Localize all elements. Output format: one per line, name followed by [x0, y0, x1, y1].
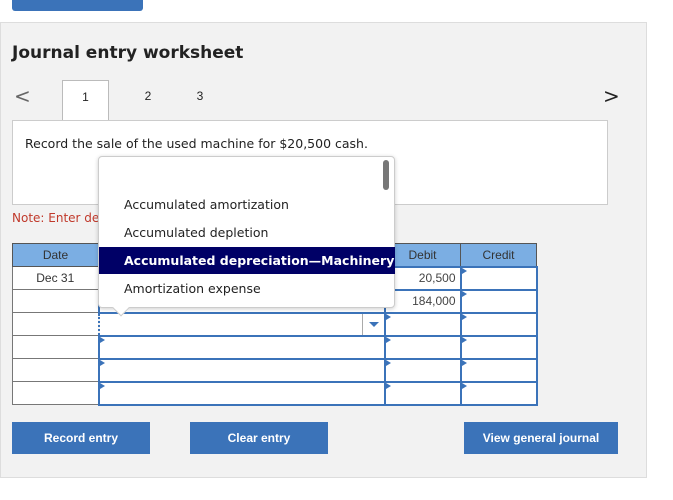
account-cell[interactable] — [97, 380, 386, 406]
date-cell[interactable] — [12, 358, 99, 382]
table-row — [12, 311, 538, 337]
date-cell[interactable] — [12, 312, 99, 336]
tab-2[interactable]: 2 — [138, 80, 158, 120]
dropdown-option[interactable]: Accumulated depletion — [99, 219, 395, 246]
debit-cell[interactable]: 20,500 — [383, 265, 462, 291]
credit-cell[interactable] — [459, 357, 538, 383]
credit-cell[interactable] — [459, 380, 538, 406]
dropdown-scrollbar[interactable] — [383, 160, 389, 190]
dropdown-option-highlighted[interactable]: Accumulated depreciation—Machinery — [99, 247, 395, 274]
credit-cell[interactable] — [459, 288, 538, 314]
prev-chevron-icon[interactable]: < — [14, 84, 31, 108]
dropdown-option[interactable]: Accumulated amortization — [99, 191, 395, 218]
date-cell[interactable] — [12, 335, 99, 359]
credit-cell[interactable] — [459, 311, 538, 337]
account-cell[interactable] — [97, 334, 386, 360]
date-cell[interactable] — [12, 381, 99, 405]
note-text: Note: Enter de — [12, 211, 100, 225]
tab-1[interactable]: 1 — [62, 80, 109, 120]
view-general-journal-button[interactable]: View general journal — [464, 422, 618, 454]
debit-cell[interactable] — [383, 380, 462, 406]
dropdown-caret-icon[interactable] — [361, 313, 384, 335]
account-select[interactable] — [97, 311, 386, 337]
table-row — [12, 357, 538, 383]
header-credit: Credit — [460, 243, 537, 267]
debit-cell[interactable] — [383, 311, 462, 337]
debit-cell[interactable] — [383, 357, 462, 383]
dropdown-option[interactable]: Amortization expense — [99, 275, 395, 302]
clear-entry-button[interactable]: Clear entry — [190, 422, 328, 454]
debit-cell[interactable] — [383, 334, 462, 360]
table-row — [12, 380, 538, 406]
account-dropdown-list: Accumulated amortization Accumulated dep… — [98, 156, 395, 317]
record-entry-button[interactable]: Record entry — [12, 422, 150, 454]
credit-cell[interactable] — [459, 265, 538, 291]
date-cell[interactable] — [12, 289, 99, 313]
date-cell[interactable]: Dec 31 — [12, 266, 99, 290]
next-chevron-icon[interactable]: > — [603, 84, 620, 108]
debit-cell[interactable]: 184,000 — [383, 288, 462, 314]
credit-cell[interactable] — [459, 334, 538, 360]
tab-3[interactable]: 3 — [190, 80, 210, 120]
header-date: Date — [12, 243, 99, 267]
header-debit: Debit — [384, 243, 461, 267]
top-tab-bar[interactable] — [12, 0, 143, 11]
instruction-text: Record the sale of the used machine for … — [25, 136, 368, 151]
account-cell[interactable] — [97, 357, 386, 383]
page-title: Journal entry worksheet — [12, 43, 244, 63]
table-row — [12, 334, 538, 360]
